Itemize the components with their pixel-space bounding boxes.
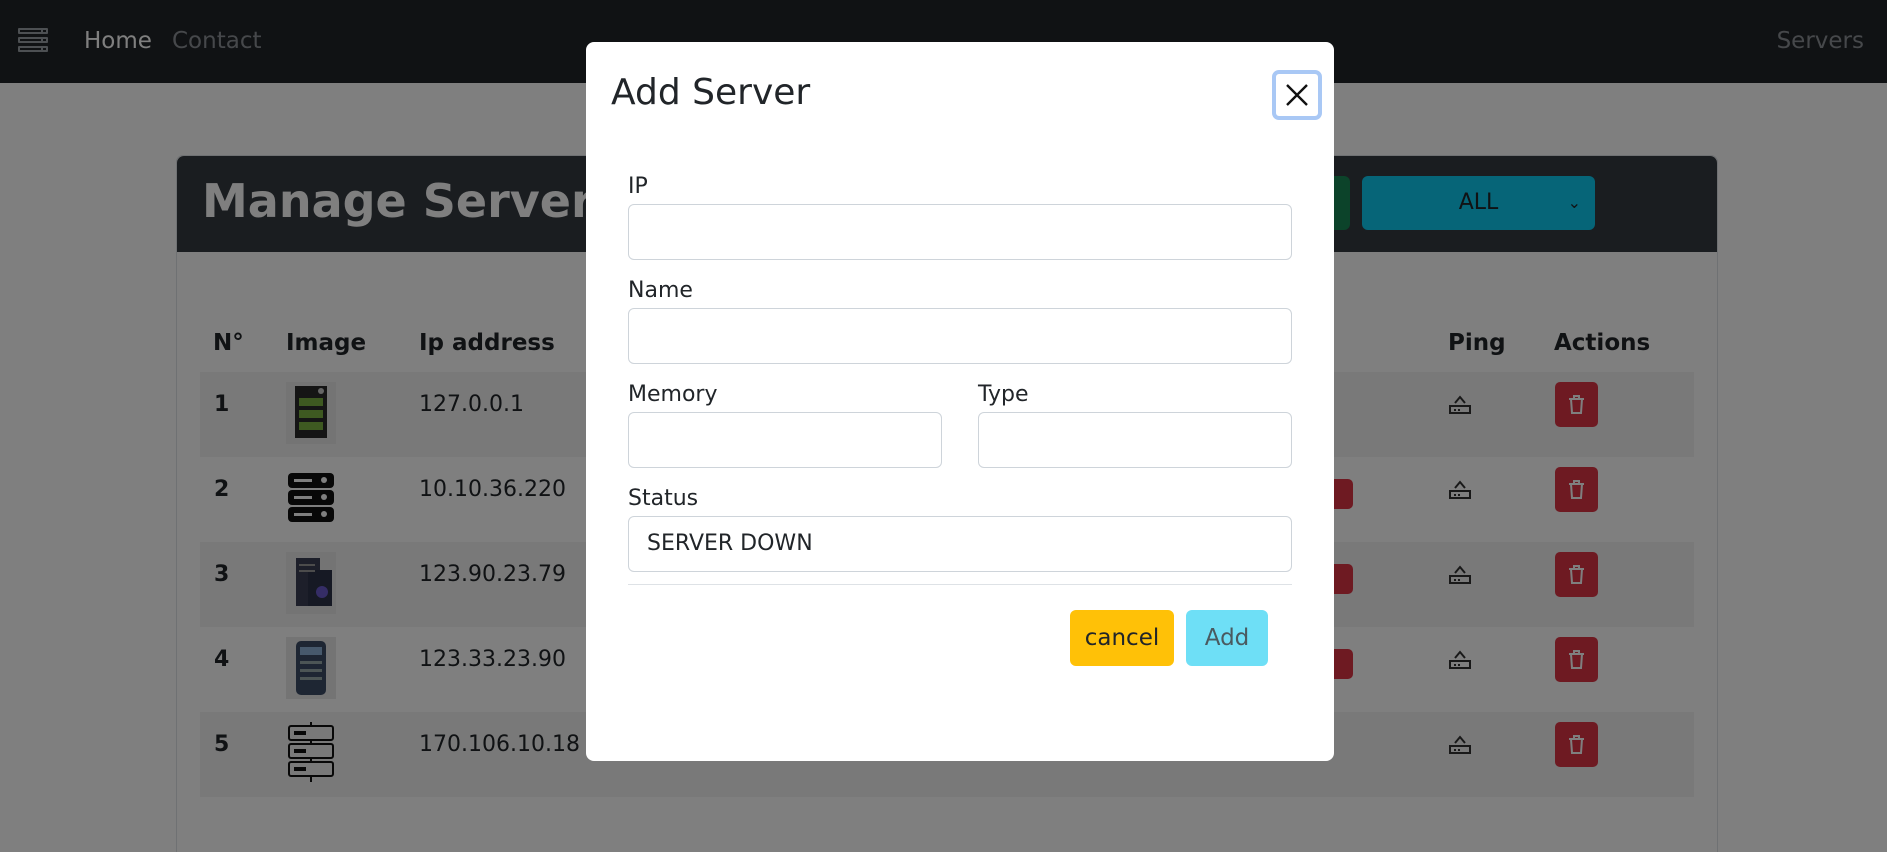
memory-label: Memory xyxy=(628,382,718,407)
type-label: Type xyxy=(978,382,1029,407)
add-server-modal: Add Server IP Name Memory Type Status SE… xyxy=(586,42,1334,761)
status-label: Status xyxy=(628,486,699,511)
close-icon xyxy=(1286,84,1308,106)
status-select[interactable]: SERVER DOWN xyxy=(628,516,1292,572)
name-label: Name xyxy=(628,278,693,303)
type-field[interactable] xyxy=(978,412,1292,468)
modal-footer-divider xyxy=(628,584,1292,585)
memory-field[interactable] xyxy=(628,412,942,468)
modal-title: Add Server xyxy=(611,72,811,113)
ip-label: IP xyxy=(628,174,648,199)
close-button[interactable] xyxy=(1272,70,1322,120)
ip-field[interactable] xyxy=(628,204,1292,260)
cancel-button[interactable]: cancel xyxy=(1070,610,1174,666)
add-button[interactable]: Add xyxy=(1186,610,1268,666)
name-field[interactable] xyxy=(628,308,1292,364)
